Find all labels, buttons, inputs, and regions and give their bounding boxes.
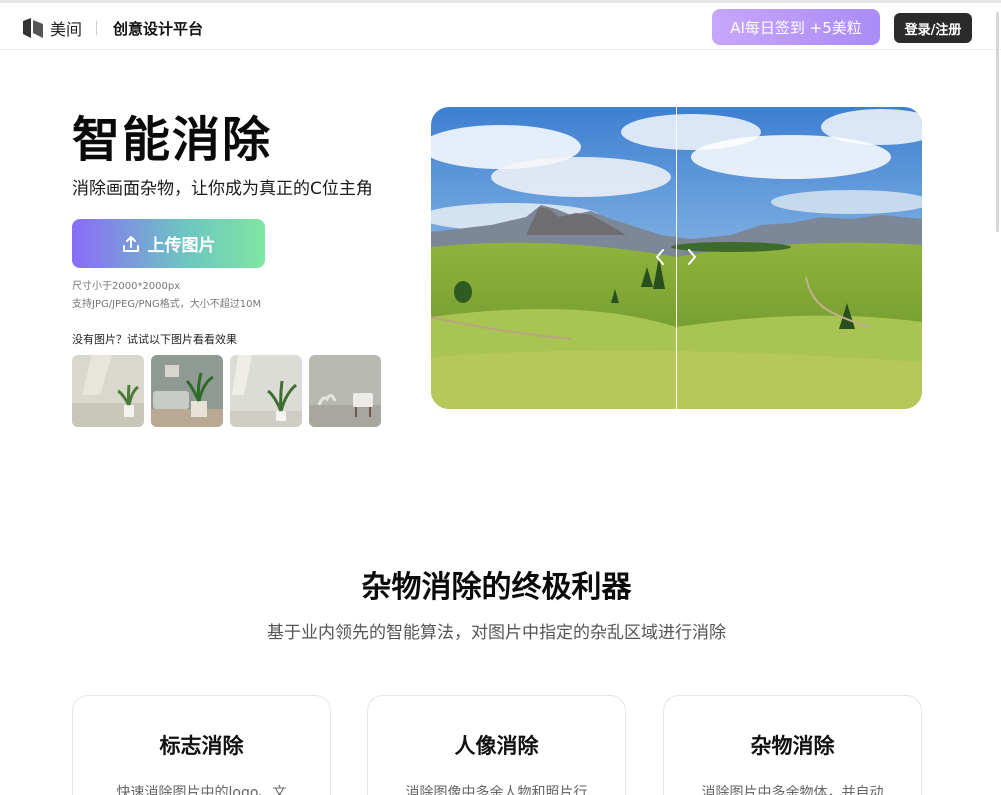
card-description: 消除图像中多余人物和照片行 bbox=[405, 785, 588, 795]
sample-thumbnail-1[interactable] bbox=[72, 355, 144, 427]
feature-card-person-removal[interactable]: 人像消除 消除图像中多余人物和照片行 bbox=[367, 695, 626, 795]
upload-icon bbox=[122, 235, 139, 252]
ai-checkin-button[interactable]: AI每日签到 +5美粒 bbox=[712, 9, 880, 45]
feature-card-logo-removal[interactable]: 标志消除 快速消除图片中的logo、文 bbox=[72, 695, 331, 795]
page-title: 智能消除 bbox=[72, 112, 273, 168]
scrollbar-thumb[interactable] bbox=[996, 12, 999, 232]
sample-thumbnails bbox=[72, 355, 381, 427]
card-title: 杂物消除 bbox=[750, 734, 835, 758]
chevron-right-icon[interactable] bbox=[685, 247, 699, 267]
before-after-compare[interactable] bbox=[431, 107, 922, 409]
sample-thumbnail-2[interactable] bbox=[151, 355, 223, 427]
page-subtitle: 消除画面杂物，让你成为真正的C位主角 bbox=[72, 179, 373, 199]
brand-name: 美间 bbox=[50, 20, 83, 39]
platform-name: 创意设计平台 bbox=[113, 19, 204, 38]
format-hint: 支持JPG/JPEG/PNG格式，大小不超过10M bbox=[72, 299, 262, 310]
compare-split-line[interactable] bbox=[676, 107, 677, 409]
sample-prompt: 没有图片？试试以下图片看看效果 bbox=[72, 333, 237, 346]
section-subtitle: 基于业内领先的智能算法，对图片中指定的杂乱区域进行消除 bbox=[267, 623, 726, 643]
top-header: 美间 创意设计平台 AI每日签到 +5美粒 登录/注册 bbox=[0, 0, 1001, 50]
feature-card-object-removal[interactable]: 杂物消除 消除图片中多余物体，并自动 bbox=[663, 695, 922, 795]
size-hint: 尺寸小于2000*2000px bbox=[72, 281, 181, 292]
brand-logo-icon bbox=[23, 18, 43, 38]
card-description: 消除图片中多余物体，并自动 bbox=[701, 785, 884, 795]
card-title: 标志消除 bbox=[159, 734, 244, 758]
sample-thumbnail-4[interactable] bbox=[309, 355, 381, 427]
sample-thumbnail-3[interactable] bbox=[230, 355, 302, 427]
brand-divider bbox=[96, 21, 98, 35]
upload-image-button[interactable]: 上传图片 bbox=[72, 219, 265, 268]
login-register-button[interactable]: 登录/注册 bbox=[894, 13, 972, 43]
upload-image-label: 上传图片 bbox=[147, 236, 216, 256]
brand-logo[interactable]: 美间 创意设计平台 bbox=[22, 16, 203, 40]
card-title: 人像消除 bbox=[454, 734, 539, 758]
chevron-left-icon[interactable] bbox=[653, 247, 667, 267]
section-title: 杂物消除的终极利器 bbox=[361, 570, 632, 605]
card-description: 快速消除图片中的logo、文 bbox=[116, 785, 287, 795]
